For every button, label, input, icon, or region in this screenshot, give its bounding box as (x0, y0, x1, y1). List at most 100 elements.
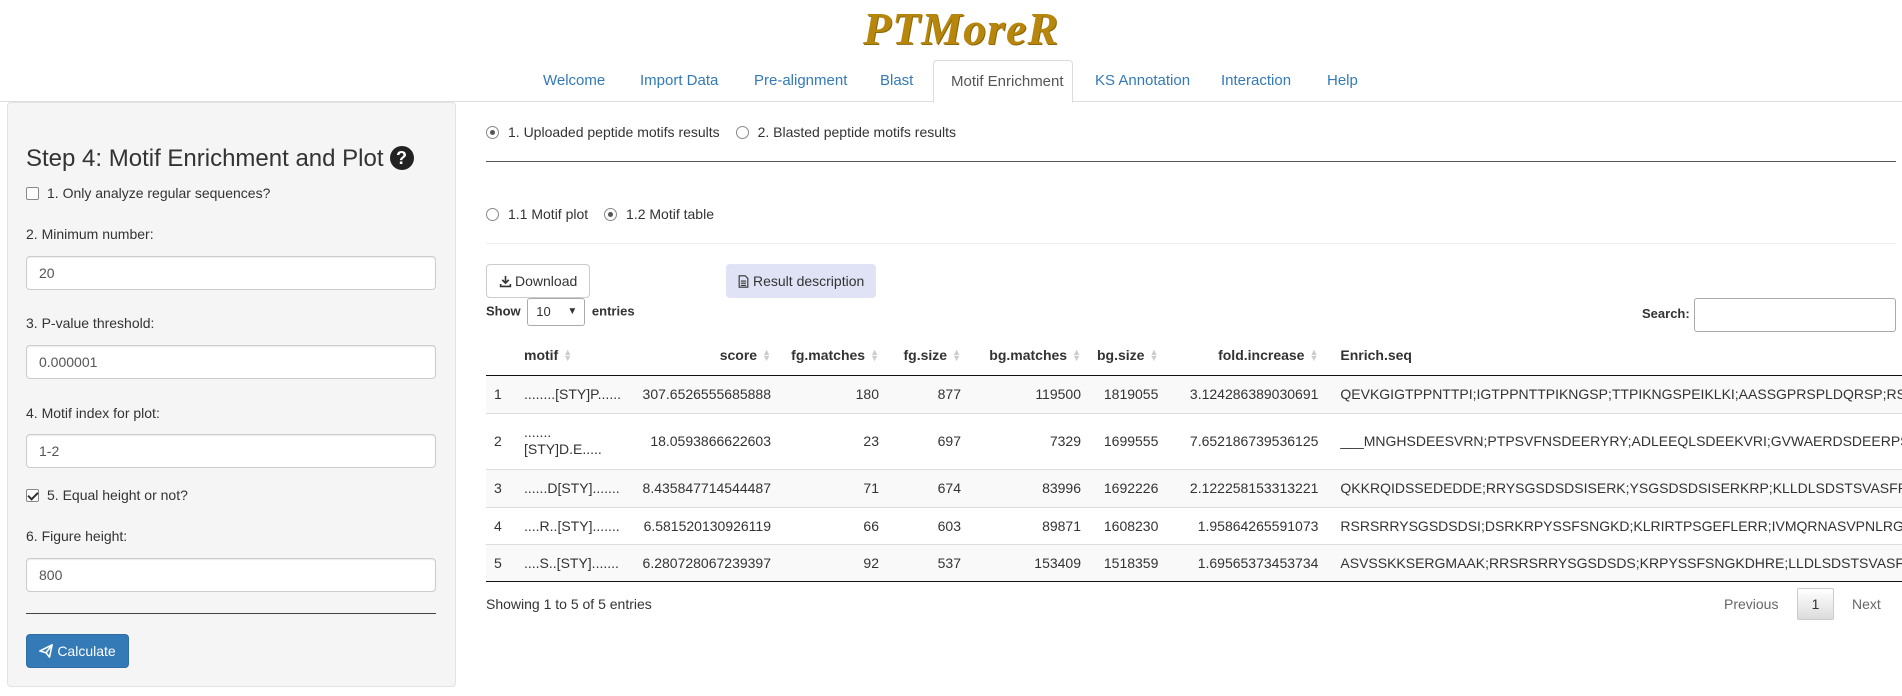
main-navbar: Welcome Import Data Pre-alignment Blast … (0, 60, 1902, 103)
results-divider (486, 161, 1896, 162)
entries-select-value: 10 (536, 304, 551, 319)
cell-motif: ......D[STY]....... (512, 468, 629, 507)
cell-score: 18.0593866622603 (629, 412, 779, 469)
motif-index-input[interactable]: 1-2 (26, 434, 436, 468)
tab-motif-enrichment[interactable]: Motif Enrichment (933, 60, 1073, 103)
view-radio-plot[interactable] (486, 208, 499, 221)
view-radio-table[interactable] (604, 208, 618, 221)
pvalue-label: 3. P-value threshold: (26, 315, 155, 331)
cell-score: 307.6526555685888 (629, 374, 779, 413)
show-label: Show (486, 303, 521, 319)
motif-table: motif ▲ ▼ score ▲ ▼ fg.matches ▲ ▼ fg.size ▲ ▼ b… (486, 335, 1902, 582)
search-input[interactable] (1694, 298, 1896, 332)
pager-previous[interactable]: Previous (1724, 596, 1778, 612)
tab-import-data[interactable]: Import Data (623, 60, 735, 102)
col-header-bg-matches[interactable]: bg.matches ▲ ▼ (969, 335, 1089, 376)
pvalue-input[interactable]: 0.000001 (26, 345, 436, 379)
cell-motif: ........[STY]P...... (512, 374, 629, 413)
cell-bg-size: 1692226 (1089, 468, 1167, 507)
equal-height-row[interactable]: 5. Equal height or not? (26, 487, 188, 503)
cell-fg-size: 537 (887, 543, 969, 581)
tab-welcome[interactable]: Welcome (526, 60, 622, 102)
cell-index: 1 (486, 374, 512, 413)
equal-height-label: 5. Equal height or not? (47, 487, 188, 503)
tab-interaction[interactable]: Interaction (1204, 60, 1308, 102)
cell-bg-matches: 153409 (969, 543, 1089, 581)
result-description-button[interactable]: Result description (726, 264, 877, 298)
view-option-plot[interactable]: 1.1 Motif plot (486, 206, 588, 222)
question-circle-icon[interactable]: ? (389, 146, 414, 170)
col-header-enrich-seq[interactable]: Enrich.seq (1326, 335, 1902, 376)
download-button[interactable]: Download (486, 264, 591, 298)
cell-index: 3 (486, 468, 512, 507)
sort-icon: ▲ ▼ (1309, 346, 1319, 363)
cell-motif: ....... [STY]D.E..... (512, 412, 629, 469)
cell-fg-matches: 180 (779, 374, 887, 413)
cell-enrich-seq: QKKRQIDSSEDEDDE;RRYSGSDSDSISERK;YSGSDSDS… (1326, 468, 1902, 507)
tab-pre-alignment[interactable]: Pre-alignment (737, 60, 864, 102)
cell-fg-matches: 71 (779, 468, 887, 507)
sidebar-panel: Step 4: Motif Enrichment and Plot? 1. On… (7, 102, 456, 687)
cell-bg-size: 1699555 (1089, 412, 1167, 469)
pager-next[interactable]: Next (1852, 596, 1881, 612)
tab-ks-annotation[interactable]: KS Annotation (1078, 60, 1207, 102)
col-header-score[interactable]: score ▲ ▼ (629, 335, 779, 376)
results-option-uploaded-label: 1. Uploaded peptide motifs results (508, 124, 720, 140)
col-header-fg-matches-label: fg.matches (791, 346, 866, 363)
view-option-plot-label: 1.1 Motif plot (508, 206, 589, 222)
motif-index-label: 4. Motif index for plot: (26, 405, 160, 421)
view-option-table[interactable]: 1.2 Motif table (604, 206, 714, 222)
only-regular-row[interactable]: 1. Only analyze regular sequences? (26, 185, 270, 201)
cell-fold-increase: 1.95864265591073 (1166, 506, 1327, 544)
cell-fg-size: 877 (887, 374, 969, 413)
sort-icon: ▲ ▼ (952, 346, 961, 363)
col-header-motif[interactable]: motif ▲ ▼ (512, 335, 629, 376)
app-logo: PTMoreR (863, 3, 1060, 54)
table-row[interactable]: 4 ....R..[STY]....... 6.581520130926119 … (486, 506, 1902, 544)
cell-fg-matches: 66 (779, 506, 887, 544)
file-icon (738, 275, 749, 288)
cell-fold-increase: 2.122258153313221 (1166, 468, 1327, 507)
cell-enrich-seq: QEVKGIGTPPNTTPI;IGTPPNTTPIKNGSP;TTPIKNGS… (1326, 374, 1902, 413)
tab-blast[interactable]: Blast (863, 60, 930, 102)
cell-fg-size: 674 (887, 468, 969, 507)
results-radio-blasted[interactable] (735, 126, 749, 139)
col-header-bg-size[interactable]: bg.size ▲ ▼ (1089, 335, 1167, 376)
cell-motif: ....R..[STY]....... (512, 506, 629, 544)
col-header-fg-matches[interactable]: fg.matches ▲ ▼ (779, 335, 887, 376)
fig-height-input[interactable]: 800 (26, 558, 436, 592)
results-option-uploaded[interactable]: 1. Uploaded peptide motifs results (486, 124, 720, 140)
equal-height-checkbox[interactable] (26, 489, 39, 502)
cell-bg-matches: 7329 (969, 412, 1089, 469)
sort-icon: ▲ ▼ (563, 346, 573, 363)
cell-fold-increase: 1.69565373453734 (1166, 543, 1327, 581)
table-row[interactable]: 1 ........[STY]P...... 307.6526555685888… (486, 374, 1902, 413)
result-description-label: Result description (753, 273, 865, 289)
calculate-button[interactable]: Calculate (26, 634, 129, 668)
table-row[interactable]: 5 ....S..[STY]....... 6.280728067239397 … (486, 543, 1902, 581)
cell-bg-matches: 89871 (969, 506, 1089, 544)
sort-icon: ▲ ▼ (1149, 346, 1159, 363)
cell-score: 6.581520130926119 (629, 506, 779, 544)
table-row[interactable]: 2 ....... [STY]D.E..... 18.0593866622603 … (486, 412, 1902, 469)
results-radio-uploaded[interactable] (486, 126, 499, 139)
cell-bg-size: 1608230 (1089, 506, 1167, 544)
cell-enrich-seq: ___MNGHSDEESVRN;PTPSVFNSDEERYRY;ADLEEQLS… (1326, 412, 1902, 469)
only-regular-checkbox[interactable] (26, 187, 39, 200)
pager-page-1[interactable]: 1 (1797, 588, 1834, 620)
col-header-fg-size[interactable]: fg.size ▲ ▼ (887, 335, 969, 376)
cell-bg-size: 1518359 (1089, 543, 1167, 581)
cell-index: 5 (486, 543, 512, 581)
col-header-bg-size-label: bg.size (1097, 346, 1145, 363)
table-row[interactable]: 3 ......D[STY]....... 8.435847714544487 … (486, 468, 1902, 507)
results-option-blasted[interactable]: 2. Blasted peptide motifs results (735, 124, 956, 140)
min-number-input[interactable]: 20 (26, 256, 436, 290)
step-title-text: Step 4: Motif Enrichment and Plot (26, 145, 384, 172)
entries-select[interactable]: 10 ▼ (527, 298, 586, 326)
col-header-fold-increase[interactable]: fold.increase ▲ ▼ (1166, 335, 1327, 376)
table-info: Showing 1 to 5 of 5 entries (486, 596, 652, 612)
length-control: Show 10 ▼ entries (486, 298, 635, 326)
cell-motif-line2: [STY]D.E..... (524, 441, 602, 457)
search-label: Search: (1642, 306, 1690, 321)
tab-help[interactable]: Help (1310, 60, 1375, 102)
